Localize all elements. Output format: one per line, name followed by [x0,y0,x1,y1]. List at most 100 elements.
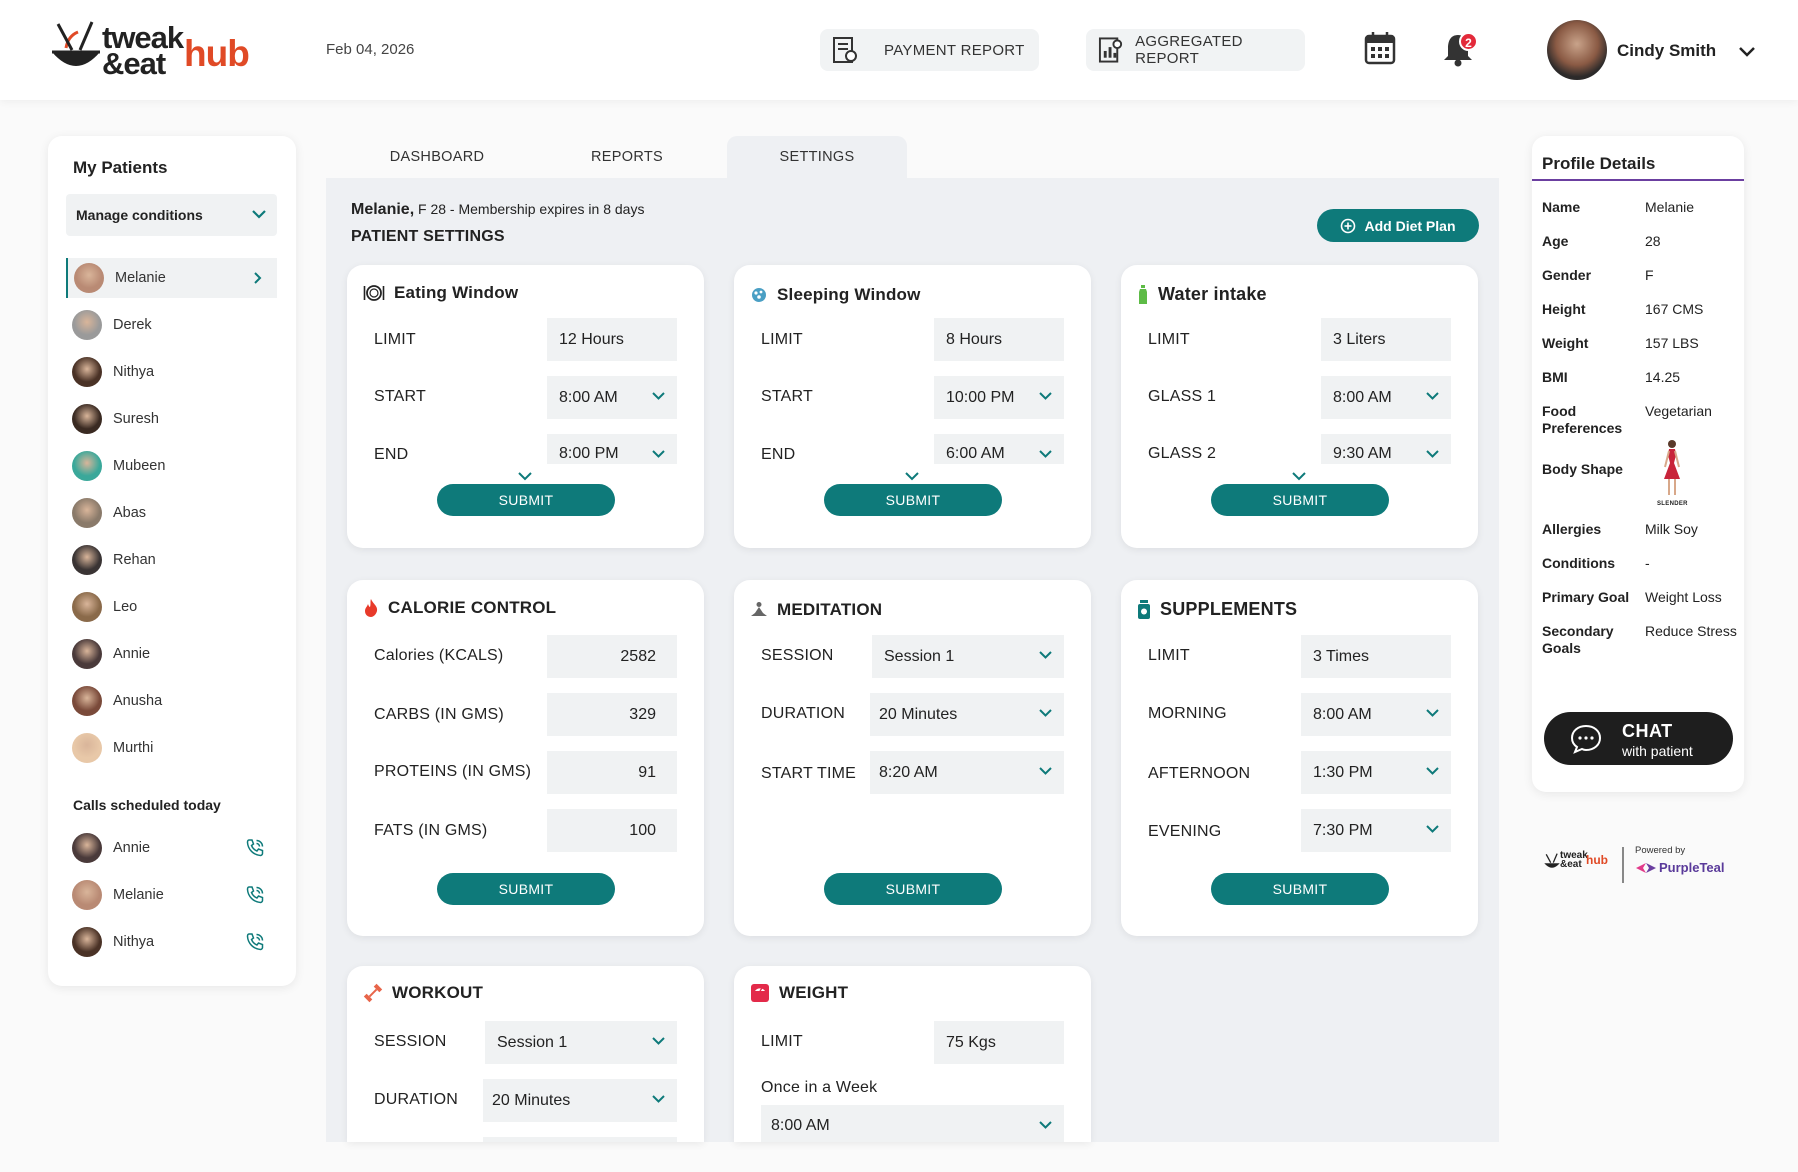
profile-value: - [1645,555,1650,571]
calorie-submit-button[interactable]: SUBMIT [437,873,615,905]
patient-name-label: Rehan [113,552,156,568]
meditation-start-select[interactable]: 8:20 AM [870,751,1064,794]
calendar-icon[interactable] [1364,30,1396,66]
avatar [72,498,102,528]
proteins-field[interactable]: 91 [547,751,677,794]
supplements-limit-field[interactable]: 3 Times [1301,635,1451,678]
weight-limit-field[interactable]: 75 Kgs [934,1021,1064,1064]
meditation-duration-select[interactable]: 20 Minutes [870,693,1064,736]
user-name[interactable]: Cindy Smith [1617,41,1716,61]
call-item[interactable]: Annie [66,828,277,868]
supplements-afternoon-label: AFTERNOON [1148,765,1251,782]
purpleteal-brand: PurpleTeal [1659,860,1725,875]
patient-item[interactable]: Leo [66,587,277,627]
scroll-down-icon[interactable] [1291,471,1307,481]
patient-item[interactable]: Anusha [66,681,277,721]
fats-field[interactable]: 100 [547,809,677,852]
chevron-down-icon [652,1037,665,1045]
supplements-afternoon-select[interactable]: 1:30 PM [1301,751,1451,794]
patient-item[interactable]: Abas [66,493,277,533]
supplements-morning-label: MORNING [1148,705,1227,722]
eating-end-select[interactable]: 8:00 PM [547,434,677,464]
water-glass2-select[interactable]: 9:30 AM [1321,434,1451,464]
scroll-down-icon[interactable] [904,471,920,481]
patient-item[interactable]: Rehan [66,540,277,580]
tab-settings[interactable]: SETTINGS [727,136,907,178]
water-glass1-select[interactable]: 8:00 AM [1321,376,1451,419]
sleeping-submit-button[interactable]: SUBMIT [824,484,1002,516]
eating-limit-field[interactable]: 12 Hours [547,318,677,361]
eating-start-select[interactable]: 8:00 AM [547,376,677,419]
aggregated-report-button[interactable]: AGGREGATED REPORT [1086,29,1305,71]
phone-icon[interactable] [245,932,265,952]
call-item[interactable]: Melanie [66,875,277,915]
phone-icon[interactable] [245,885,265,905]
workout-next-field[interactable] [483,1137,677,1142]
aggregated-report-label: AGGREGATED REPORT [1135,33,1243,67]
supplements-evening-label: EVENING [1148,823,1222,840]
add-diet-plan-button[interactable]: Add Diet Plan [1317,209,1479,242]
chevron-down-icon[interactable] [1738,46,1756,58]
plate-icon [363,285,385,301]
patient-item[interactable]: Mubeen [66,446,277,486]
call-name-label: Melanie [113,887,164,903]
profile-value: Vegetarian [1645,403,1712,419]
carbs-field[interactable]: 329 [547,693,677,736]
bowl-icon [1544,853,1560,868]
phone-icon[interactable] [245,838,265,858]
supplements-evening-select[interactable]: 7:30 PM [1301,809,1451,852]
chevron-down-icon [1039,450,1052,458]
chat-with-patient-button[interactable]: CHAT with patient [1544,712,1733,765]
profile-key: Conditions [1542,555,1616,571]
patient-item[interactable]: Suresh [66,399,277,439]
flame-icon [365,599,378,617]
call-item[interactable]: Nithya [66,922,277,962]
manage-conditions-dropdown[interactable]: Manage conditions [66,194,277,236]
sleeping-start-select[interactable]: 10:00 PM [934,376,1064,419]
supplements-morning-select[interactable]: 8:00 AM [1301,693,1451,736]
calorie-kcal-field[interactable]: 2582 [547,635,677,678]
calorie-control-title-text: CALORIE CONTROL [388,598,557,617]
patient-item[interactable]: Murthi [66,728,277,768]
workout-title: WORKOUT [363,983,483,1003]
sleeping-limit-field[interactable]: 8 Hours [934,318,1064,361]
water-glass2-value: 9:30 AM [1333,445,1392,462]
tab-dashboard[interactable]: DASHBOARD [346,136,528,178]
tab-reports[interactable]: REPORTS [537,136,717,178]
patient-item[interactable]: Nithya [66,352,277,392]
scroll-down-icon[interactable] [517,471,533,481]
carbs-label: CARBS (IN GMS) [374,706,504,723]
weight-time-select[interactable]: 8:00 AM [761,1105,1064,1142]
eating-submit-button[interactable]: SUBMIT [437,484,615,516]
meditation-duration-value: 20 Minutes [879,705,958,723]
workout-duration-select[interactable]: 20 Minutes [483,1079,677,1122]
avatar [72,733,102,763]
weight-title: WEIGHT [750,983,848,1003]
patient-item[interactable]: Annie [66,634,277,674]
supplements-card: SUPPLEMENTS LIMIT 3 Times MORNING 8:00 A… [1121,580,1478,936]
sleeping-window-title-text: Sleeping Window [777,285,921,304]
avatar [72,639,102,669]
payment-report-button[interactable]: PAYMENT REPORT [820,29,1039,71]
avatar [72,833,102,863]
workout-session-select[interactable]: Session 1 [485,1021,677,1064]
purpleteal-logo: PurpleTeal [1635,860,1725,875]
patient-item[interactable]: Derek [66,305,277,345]
meditation-submit-button[interactable]: SUBMIT [824,873,1002,905]
sleeping-end-select[interactable]: 6:00 AM [934,434,1064,464]
call-name-label: Annie [113,840,151,856]
patient-meta: F 28 - Membership expires in 8 days [414,201,645,217]
eating-end-label: END [374,446,409,463]
water-submit-button[interactable]: SUBMIT [1211,484,1389,516]
supplements-submit-button[interactable]: SUBMIT [1211,873,1389,905]
meditation-session-select[interactable]: Session 1 [872,635,1064,678]
chat-title: CHAT [1622,721,1673,741]
patient-item[interactable]: Melanie [66,258,277,298]
profile-value: Weight Loss [1645,589,1722,605]
eating-start-value: 8:00 AM [559,388,618,406]
chevron-down-icon [1039,651,1052,659]
water-limit-field[interactable]: 3 Liters [1321,318,1451,361]
user-avatar[interactable] [1547,20,1607,80]
app-logo[interactable]: tweak &eat hub [48,18,250,82]
patient-name-label: Derek [113,317,152,333]
